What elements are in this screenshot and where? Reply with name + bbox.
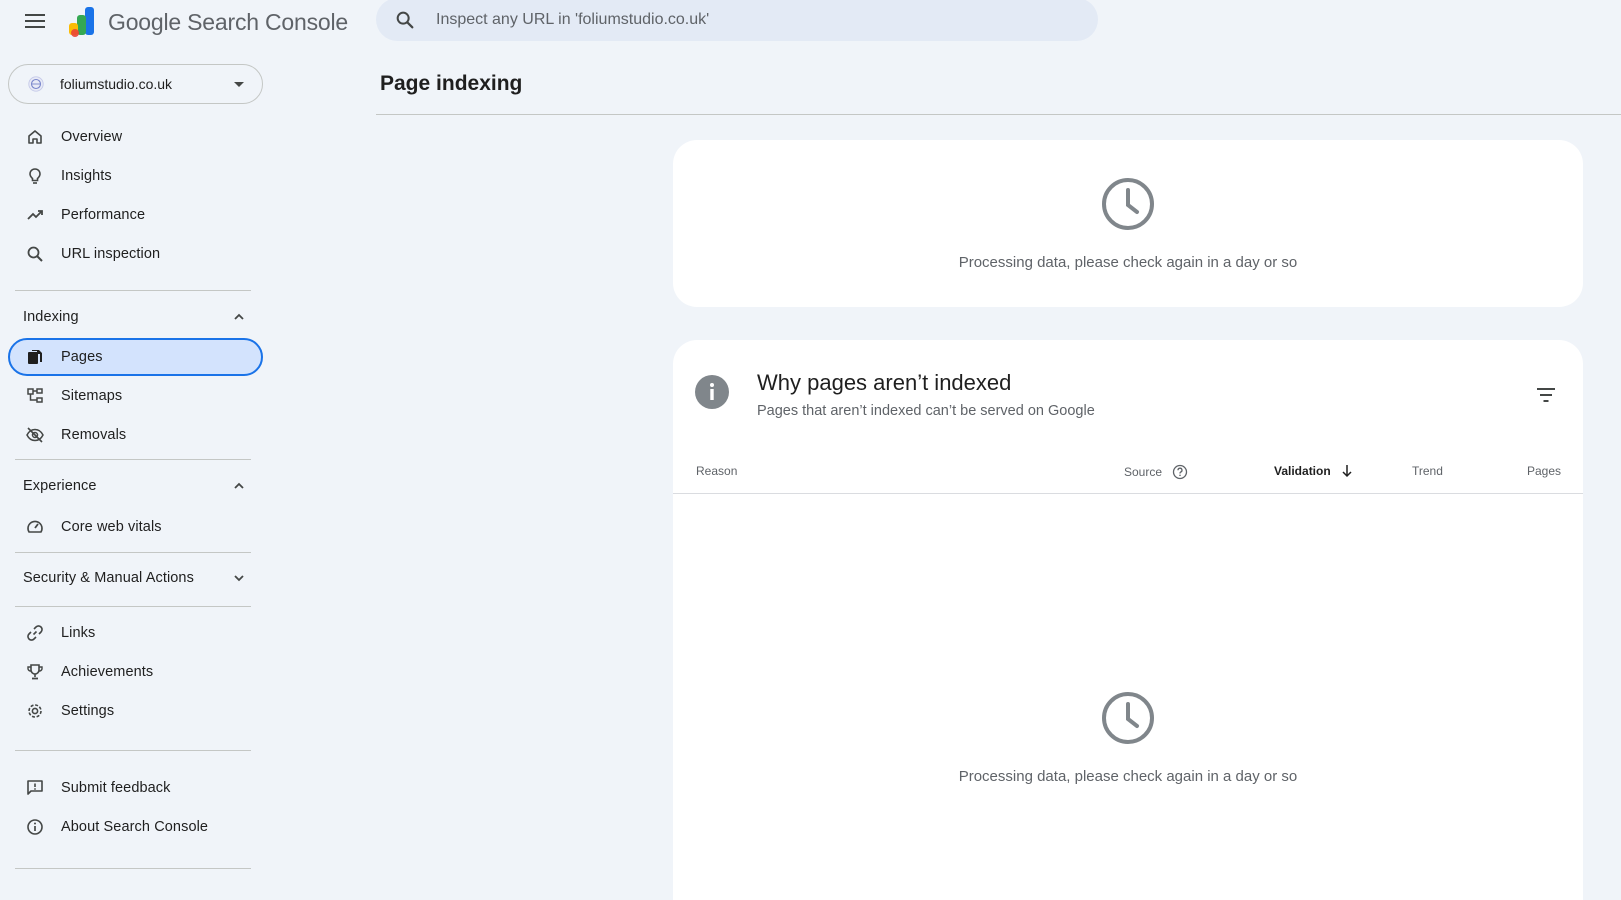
link-icon — [25, 623, 45, 643]
column-reason-label: Reason — [696, 464, 738, 478]
table-header: Reason Source Validation Trend Pages — [673, 448, 1583, 494]
card-title: Why pages aren’t indexed — [757, 370, 1012, 395]
nav-overview-label: Overview — [61, 129, 123, 145]
nav-submit-feedback-label: Submit feedback — [61, 780, 171, 796]
home-icon — [25, 127, 45, 147]
sidebar-divider — [15, 606, 251, 607]
nav-insights-label: Insights — [61, 168, 112, 184]
nav-sitemaps[interactable]: Sitemaps — [8, 377, 263, 415]
column-validation-label: Validation — [1274, 464, 1331, 478]
page-title: Page indexing — [380, 72, 523, 95]
dropdown-caret-icon — [234, 81, 244, 87]
filter-icon[interactable] — [1535, 384, 1557, 406]
visibility-off-icon — [25, 425, 45, 445]
nav-achievements-label: Achievements — [61, 664, 154, 680]
section-indexing-label: Indexing — [23, 309, 79, 325]
hamburger-menu-icon — [25, 14, 45, 28]
nav-performance[interactable]: Performance — [8, 196, 263, 234]
nav-overview[interactable]: Overview — [8, 118, 263, 156]
processing-message: Processing data, please check again in a… — [958, 768, 1298, 785]
nav-performance-label: Performance — [61, 207, 146, 223]
info-icon — [25, 817, 45, 837]
app-name: Google Search Console — [108, 8, 349, 35]
feedback-icon — [25, 778, 45, 798]
nav-settings[interactable]: Settings — [8, 692, 263, 730]
sidebar-divider — [15, 290, 251, 291]
processing-message: Processing data, please check again in a… — [958, 254, 1298, 271]
pages-icon — [25, 347, 45, 367]
arrow-down-icon — [1342, 465, 1352, 478]
gear-icon — [25, 701, 45, 721]
section-security-toggle[interactable]: Security & Manual Actions — [8, 561, 263, 595]
nav-submit-feedback[interactable]: Submit feedback — [8, 769, 263, 807]
nav-removals-label: Removals — [61, 427, 127, 443]
nav-url-inspection-label: URL inspection — [61, 246, 161, 262]
search-icon — [396, 11, 414, 28]
column-pages-label: Pages — [1527, 464, 1562, 478]
clock-icon — [1102, 692, 1154, 744]
column-pages[interactable]: Pages — [1527, 464, 1561, 478]
not-indexed-card: Why pages aren’t indexed Pages that aren… — [673, 340, 1583, 900]
trophy-icon — [25, 662, 45, 682]
clock-icon — [1102, 178, 1154, 230]
top-bar: Google Search Console — [0, 0, 1621, 56]
nav-insights[interactable]: Insights — [8, 157, 263, 195]
nav-links[interactable]: Links — [8, 614, 263, 652]
sidebar-divider — [15, 459, 251, 460]
trending-up-icon — [25, 205, 45, 225]
help-icon[interactable] — [1172, 464, 1188, 480]
nav-removals[interactable]: Removals — [8, 416, 263, 454]
column-reason[interactable]: Reason — [696, 464, 737, 478]
main-content: Page indexing Processing data, please ch… — [376, 56, 1621, 900]
nav-url-inspection[interactable]: URL inspection — [8, 235, 263, 273]
indexing-chart-card: Processing data, please check again in a… — [673, 140, 1583, 307]
speed-icon — [25, 517, 45, 537]
app-logo[interactable]: Google Search Console — [66, 4, 348, 40]
nav-sitemaps-label: Sitemaps — [61, 388, 123, 404]
sitemap-icon — [25, 386, 45, 406]
column-trend-label: Trend — [1412, 464, 1443, 478]
column-source[interactable]: Source — [1124, 464, 1188, 480]
main-menu-button[interactable] — [20, 6, 50, 36]
card-subtitle: Pages that aren’t indexed can’t be serve… — [757, 403, 1095, 419]
globe-icon — [28, 76, 44, 92]
nav-about[interactable]: About Search Console — [8, 808, 263, 846]
section-experience-label: Experience — [23, 478, 97, 494]
section-experience-toggle[interactable]: Experience — [8, 469, 263, 503]
property-selector[interactable]: foliumstudio.co.uk — [8, 64, 263, 104]
nav-about-label: About Search Console — [61, 819, 209, 835]
nav-links-label: Links — [61, 625, 96, 641]
sidebar-divider — [15, 750, 251, 751]
nav-pages-label: Pages — [61, 349, 103, 365]
chevron-up-icon — [234, 482, 244, 489]
search-console-logo-icon — [69, 7, 94, 37]
lightbulb-icon — [25, 166, 45, 186]
search-input[interactable] — [436, 10, 996, 29]
sidebar: foliumstudio.co.uk Overview Insights Per… — [0, 56, 270, 876]
url-inspection-search[interactable] — [376, 0, 1098, 41]
column-validation[interactable]: Validation — [1274, 464, 1353, 478]
column-source-label: Source — [1124, 465, 1163, 479]
nav-settings-label: Settings — [61, 703, 115, 719]
title-divider — [376, 114, 1621, 115]
search-icon — [25, 244, 45, 264]
section-indexing-toggle[interactable]: Indexing — [8, 300, 263, 334]
property-name: foliumstudio.co.uk — [60, 76, 173, 92]
sidebar-divider — [15, 868, 251, 869]
nav-core-web-vitals-label: Core web vitals — [61, 519, 162, 535]
section-security-label: Security & Manual Actions — [23, 570, 194, 586]
nav-achievements[interactable]: Achievements — [8, 653, 263, 691]
column-trend[interactable]: Trend — [1412, 464, 1443, 478]
chevron-up-icon — [234, 313, 244, 320]
sidebar-divider — [15, 552, 251, 553]
nav-pages[interactable]: Pages — [8, 338, 263, 376]
nav-core-web-vitals[interactable]: Core web vitals — [8, 508, 263, 546]
info-filled-icon — [695, 375, 729, 409]
chevron-down-icon — [234, 575, 244, 582]
